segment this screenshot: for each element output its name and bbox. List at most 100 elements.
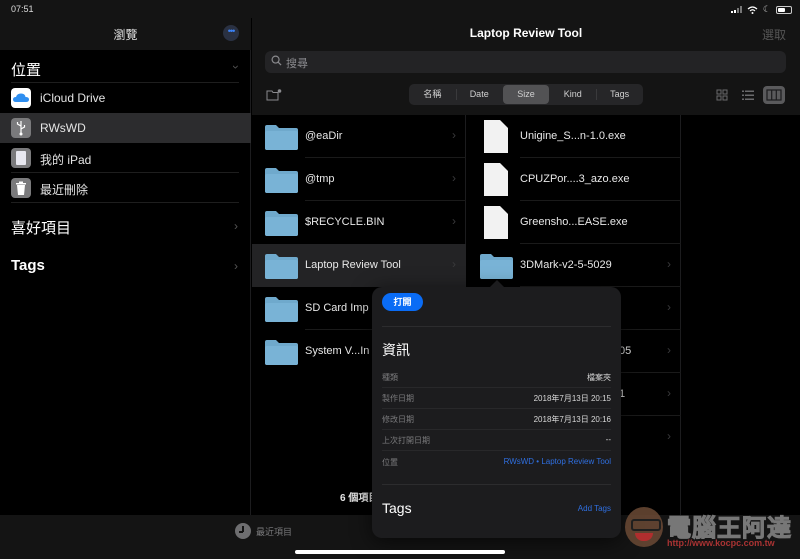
columns-icon: [766, 89, 782, 101]
main-navbar: Laptop Review Tool 選取 搜尋 名稱 Date Size Ki…: [252, 18, 800, 115]
search-icon: [271, 55, 282, 66]
chevron-right-icon[interactable]: ›: [234, 219, 238, 233]
list-item[interactable]: @eaDir ›: [252, 115, 466, 158]
folder-icon: [265, 211, 298, 236]
info-row-location: 位置 RWsWD • Laptop Review Tool: [382, 452, 611, 473]
sidebar-item-label: 我的 iPad: [40, 153, 92, 167]
tab-label: 最近項目: [256, 526, 293, 537]
folder-icon: [265, 125, 298, 150]
ellipsis-icon: •••: [227, 26, 236, 36]
list-view-button[interactable]: [737, 86, 759, 104]
sidebar-item-recently-deleted[interactable]: 最近刪除: [0, 173, 251, 203]
sidebar: 瀏覽 ••• 位置 › iCloud Drive RWsWD 我的 iPad 最…: [0, 0, 251, 559]
chevron-right-icon: ›: [667, 429, 671, 443]
tab-recents[interactable]: 最近項目: [235, 523, 292, 539]
sort-by-kind[interactable]: Kind: [549, 84, 596, 105]
item-name: 3DMark-v2-5-5029: [520, 259, 612, 271]
folder-icon: [265, 297, 298, 322]
divider: [11, 202, 239, 203]
chevron-right-icon: ›: [452, 257, 456, 271]
info-row-last-opened: 上次打開日期 --: [382, 430, 611, 451]
folder-icon: [265, 340, 298, 365]
info-key: 種類: [382, 373, 398, 382]
chevron-right-icon: ›: [452, 128, 456, 142]
sort-by-date[interactable]: Date: [455, 84, 503, 105]
usb-drive-icon: [11, 118, 31, 138]
select-button[interactable]: 選取: [762, 26, 786, 43]
sort-by-size[interactable]: Size: [502, 85, 550, 104]
list-item[interactable]: $RECYCLE.BIN ›: [252, 201, 466, 244]
file-icon: [484, 206, 508, 239]
column-view-button[interactable]: [763, 86, 785, 104]
sidebar-item-icloud-drive[interactable]: iCloud Drive: [0, 83, 251, 113]
list-item[interactable]: Unigine_S...n-1.0.exe: [467, 115, 681, 158]
cellular-signal-icon: [730, 6, 742, 13]
info-row-kind: 種類 檔案夾: [382, 367, 611, 388]
list-item[interactable]: CPUZPor....3_azo.exe: [467, 158, 681, 201]
open-button[interactable]: 打開: [382, 293, 423, 311]
clock-icon: [235, 523, 251, 539]
search-input[interactable]: 搜尋: [265, 51, 786, 73]
sidebar-item-label: RWsWD: [40, 121, 86, 135]
sort-by-name[interactable]: 名稱: [409, 84, 456, 105]
more-button[interactable]: •••: [223, 25, 239, 41]
file-icon: [484, 120, 508, 153]
add-tags-button[interactable]: Add Tags: [578, 504, 611, 513]
sort-by-tags[interactable]: Tags: [596, 84, 643, 105]
chevron-right-icon: ›: [667, 343, 671, 357]
info-row-created: 製作日期 2018年7月13日 20:15: [382, 388, 611, 409]
item-name: @eaDir: [305, 130, 343, 142]
list-item-selected[interactable]: Laptop Review Tool ›: [252, 244, 466, 287]
chevron-right-icon: ›: [667, 300, 671, 314]
folder-icon: [265, 254, 298, 279]
info-key: 上次打開日期: [382, 436, 430, 445]
location-link[interactable]: RWsWD • Laptop Review Tool: [504, 457, 611, 466]
sidebar-navbar: 瀏覽 •••: [0, 18, 251, 50]
grid-icon: [716, 89, 728, 101]
item-name: SD Card Imp: [305, 302, 369, 314]
file-icon: [484, 163, 508, 196]
chevron-right-icon: ›: [667, 257, 671, 271]
info-popover: 打開 資訊 種類 檔案夾 製作日期 2018年7月13日 20:15 修改日期 …: [372, 280, 621, 538]
item-name: CPUZPor....3_azo.exe: [520, 173, 630, 185]
wifi-icon: [747, 5, 758, 14]
new-folder-icon[interactable]: [266, 88, 282, 101]
chevron-right-icon: ›: [452, 214, 456, 228]
chevron-right-icon: ›: [452, 171, 456, 185]
search-placeholder: 搜尋: [286, 58, 308, 70]
item-name: Laptop Review Tool: [305, 259, 401, 271]
folder-icon: [480, 254, 513, 279]
favorites-header[interactable]: 喜好項目: [11, 217, 71, 238]
popover-arrow: [489, 280, 505, 288]
item-name: System V...In: [305, 345, 370, 357]
battery-icon: [776, 5, 792, 14]
divider: [382, 484, 611, 485]
sidebar-item-rwswd[interactable]: RWsWD: [0, 113, 251, 143]
home-indicator: [295, 550, 505, 554]
mascot-face-icon: [625, 507, 663, 547]
divider: [382, 326, 611, 327]
folder-icon: [265, 168, 298, 193]
trash-icon: [11, 178, 31, 198]
sidebar-item-label: 最近刪除: [40, 183, 89, 197]
page-title: Laptop Review Tool: [469, 26, 583, 40]
do-not-disturb-moon-icon: ☾: [762, 4, 771, 14]
item-name: @tmp: [305, 173, 335, 185]
icloud-icon: [11, 88, 31, 108]
info-value: 2018年7月13日 20:15: [533, 394, 611, 403]
sidebar-title: 瀏覽: [113, 28, 138, 42]
locations-header[interactable]: 位置: [11, 59, 41, 80]
icon-grid-view-button[interactable]: [711, 86, 733, 104]
chevron-right-icon: ›: [667, 386, 671, 400]
chevron-down-icon[interactable]: ›: [229, 65, 243, 69]
chevron-right-icon[interactable]: ›: [234, 259, 238, 273]
item-name: Unigine_S...n-1.0.exe: [520, 130, 626, 142]
list-item[interactable]: Greensho...EASE.exe: [467, 201, 681, 244]
tags-header[interactable]: Tags: [11, 257, 45, 274]
list-icon: [742, 90, 754, 100]
list-item[interactable]: @tmp ›: [252, 158, 466, 201]
divider: [382, 450, 611, 451]
sidebar-item-label: iCloud Drive: [40, 91, 106, 105]
sidebar-item-my-ipad[interactable]: 我的 iPad: [0, 143, 251, 173]
info-key: 製作日期: [382, 394, 414, 403]
